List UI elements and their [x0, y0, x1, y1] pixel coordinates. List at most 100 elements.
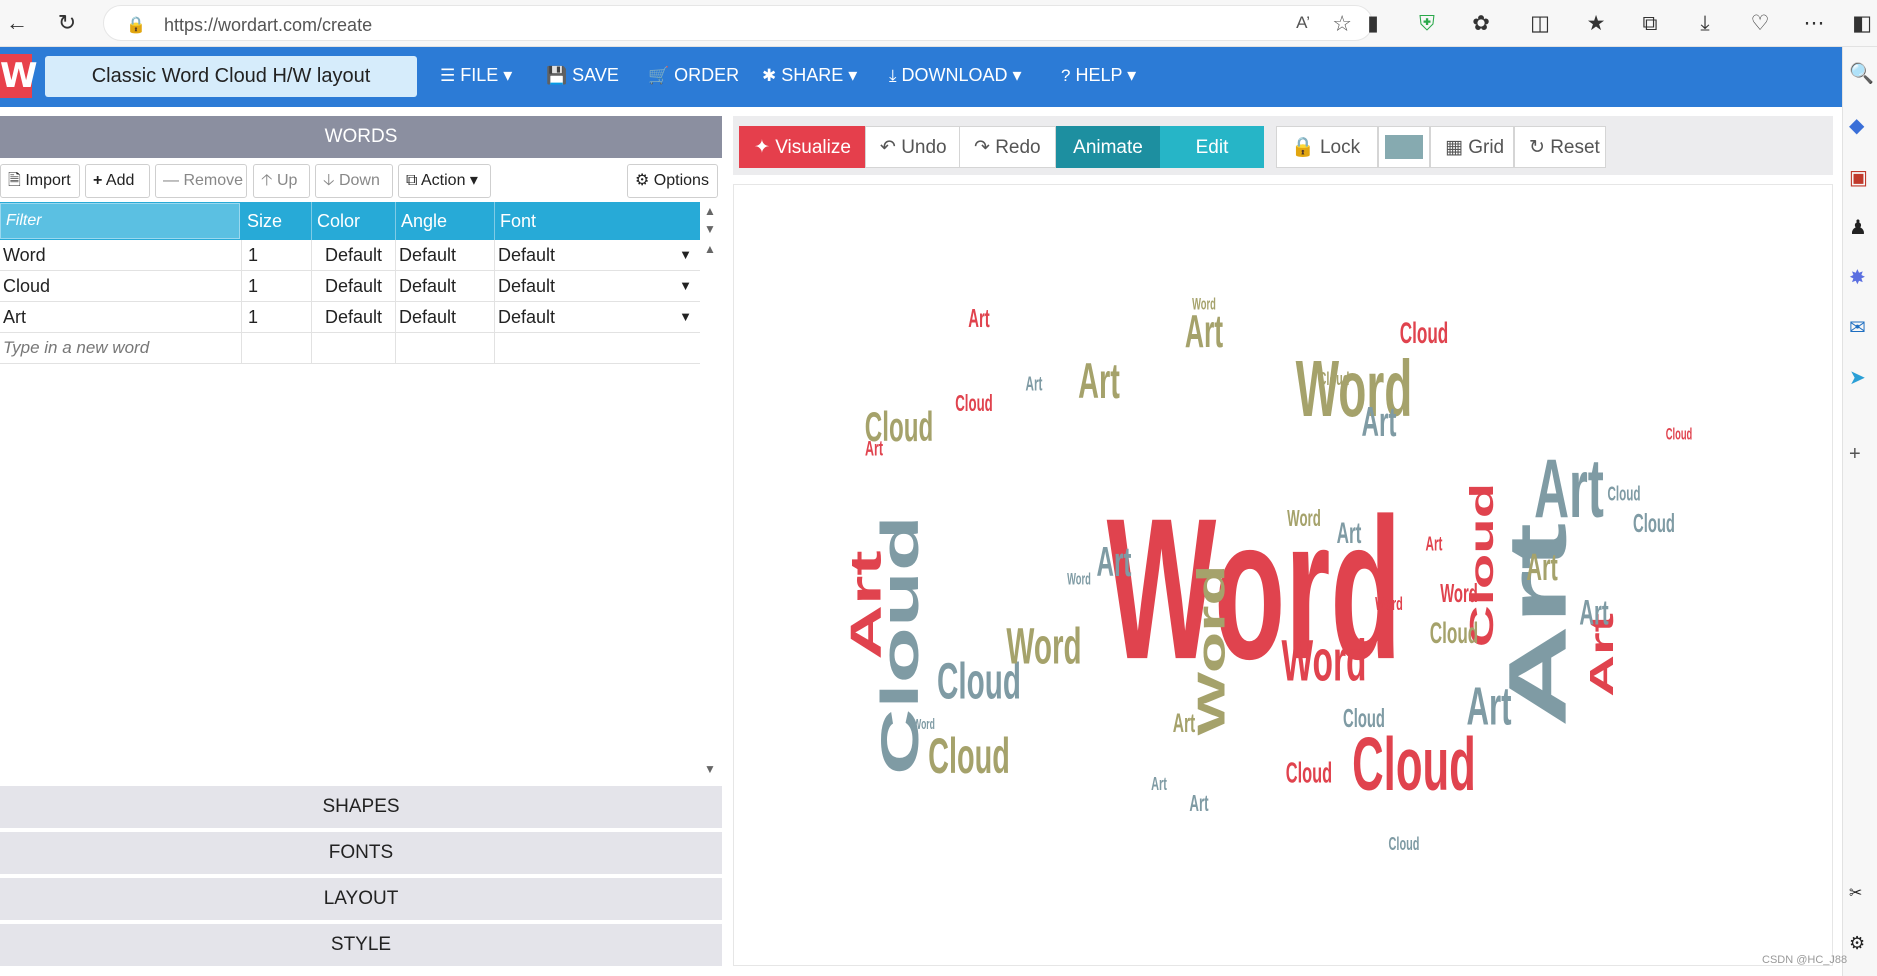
down-button[interactable]: 🡣 Down	[315, 164, 393, 198]
share-menu[interactable]: ✱ SHARE ▾	[762, 65, 857, 86]
col-size[interactable]: Size	[242, 202, 312, 240]
table-row[interactable]: Cloud 1 Default Default Default ▼	[0, 271, 700, 302]
shapes-section[interactable]: SHAPES	[0, 786, 722, 828]
cell-font[interactable]: Default ▼	[495, 302, 700, 332]
scroll-up-icon[interactable]: ▲	[704, 204, 716, 218]
col-font[interactable]: Font	[495, 202, 700, 240]
fonts-section[interactable]: FONTS	[0, 832, 722, 874]
settings-icon[interactable]: ⚙	[1849, 933, 1865, 954]
refresh-icon[interactable]: ↻	[54, 10, 80, 36]
split-screen-icon[interactable]: ◫	[1526, 10, 1554, 38]
cloud-word: Word	[1440, 580, 1478, 608]
back-icon[interactable]: ←	[4, 10, 30, 36]
cloud-word: Art	[1466, 676, 1511, 736]
cloud-word: Art	[1362, 399, 1397, 446]
download-icon[interactable]: ⤓	[1691, 10, 1719, 38]
cloud-word: Art	[842, 550, 891, 659]
person-icon[interactable]: ♟	[1849, 215, 1867, 240]
add-icon[interactable]: +	[1849, 443, 1861, 466]
more-icon[interactable]: ⋯	[1800, 10, 1828, 38]
edit-button[interactable]: Edit	[1160, 126, 1264, 168]
file-menu[interactable]: ☰ FILE ▾	[440, 65, 512, 86]
cell-color[interactable]: Default	[312, 302, 396, 332]
app-icon[interactable]: ▮	[1359, 10, 1387, 38]
plus-icon: +	[93, 172, 103, 189]
extensions-icon[interactable]: ✿	[1467, 10, 1495, 38]
grid-button[interactable]: ▦ Grid	[1430, 126, 1514, 168]
new-word-row[interactable]: Type in a new word	[0, 333, 700, 364]
style-section[interactable]: STYLE	[0, 924, 722, 966]
cell-angle[interactable]: Default	[396, 240, 495, 270]
read-aloud-icon[interactable]: A’	[1296, 13, 1310, 33]
filter-input[interactable]: Filter	[0, 203, 240, 239]
favorite-icon[interactable]: ☆	[1332, 11, 1352, 37]
lock-icon[interactable]: 🔒	[126, 15, 146, 35]
caret-down-icon[interactable]: ▼	[679, 271, 692, 301]
table-scrollbar[interactable]: ▲ ▼ ▲ ▼	[700, 202, 722, 782]
cell-word[interactable]: Art	[0, 302, 242, 332]
wordart-logo[interactable]: W	[0, 54, 38, 98]
toolbox-icon[interactable]: ▣	[1849, 165, 1868, 190]
animate-button[interactable]: Animate	[1056, 126, 1160, 168]
sidebar-icon[interactable]: ◧	[1848, 10, 1876, 38]
shield-icon[interactable]: ⛨	[1413, 10, 1441, 38]
address-bar[interactable]: 🔒 https://wordart.com/create A’ ☆	[103, 5, 1373, 41]
screenshot-icon[interactable]: ✂	[1849, 883, 1862, 903]
col-color[interactable]: Color	[312, 202, 396, 240]
favorites-icon[interactable]: ★	[1582, 10, 1610, 38]
layout-section[interactable]: LAYOUT	[0, 878, 722, 920]
action-dropdown[interactable]: ⧉ Action ▾	[398, 164, 491, 198]
visualize-button[interactable]: ✦ Visualize	[739, 126, 866, 168]
scroll-up-icon[interactable]: ▲	[704, 242, 716, 256]
cell-size[interactable]: 1	[242, 302, 312, 332]
help-menu[interactable]: ? HELP ▾	[1061, 65, 1136, 86]
performance-icon[interactable]: ♡	[1746, 10, 1774, 38]
cell-font[interactable]: Default ▼	[495, 240, 700, 270]
outlook-icon[interactable]: ✉	[1849, 315, 1866, 340]
word-cloud-image[interactable]: Word ArtCloudArtWordArtCloudCloudWordWord…	[734, 185, 1832, 965]
lock-icon: 🔒	[1291, 137, 1315, 158]
save-button[interactable]: 💾 SAVE	[546, 65, 619, 86]
send-icon[interactable]: ➤	[1849, 365, 1866, 390]
search-icon[interactable]: 🔍	[1849, 61, 1874, 86]
hamburger-icon: ☰	[440, 66, 456, 85]
copilot-icon[interactable]: ✸	[1849, 265, 1866, 290]
cell-angle[interactable]: Default	[396, 271, 495, 301]
url-text[interactable]: https://wordart.com/create	[164, 15, 372, 36]
up-button[interactable]: 🡡 Up	[253, 164, 310, 198]
words-header[interactable]: WORDS	[0, 116, 722, 158]
words-panel: WORDS 🗎 Import + Add — Remove 🡡 Up 🡣 Dow…	[0, 116, 722, 966]
import-button[interactable]: 🗎 Import	[0, 164, 80, 198]
cell-color[interactable]: Default	[312, 271, 396, 301]
caret-down-icon[interactable]: ▼	[679, 240, 692, 270]
cell-angle[interactable]: Default	[396, 302, 495, 332]
table-row[interactable]: Art 1 Default Default Default ▼	[0, 302, 700, 333]
col-angle[interactable]: Angle	[396, 202, 495, 240]
table-row[interactable]: Word 1 Default Default Default ▼	[0, 240, 700, 271]
scroll-down-icon[interactable]: ▼	[704, 222, 716, 236]
remove-button[interactable]: — Remove	[155, 164, 247, 198]
undo-button[interactable]: ↶ Undo	[865, 126, 962, 168]
cell-font[interactable]: Default ▼	[495, 271, 700, 301]
cell-size[interactable]: 1	[242, 240, 312, 270]
cell-word[interactable]: Cloud	[0, 271, 242, 301]
order-button[interactable]: 🛒 ORDER	[648, 65, 739, 86]
scroll-down-icon[interactable]: ▼	[704, 762, 716, 776]
new-word-input[interactable]: Type in a new word	[0, 333, 242, 363]
document-title[interactable]: Classic Word Cloud H/W layout	[45, 56, 417, 97]
lock-button[interactable]: 🔒 Lock	[1276, 126, 1378, 168]
options-button[interactable]: ⚙ Options	[627, 164, 718, 198]
arrow-up-icon: 🡡	[261, 172, 273, 189]
tag-icon[interactable]: ◆	[1849, 113, 1864, 138]
cell-color[interactable]: Default	[312, 240, 396, 270]
collections-icon[interactable]: ⧉	[1636, 10, 1664, 38]
cell-word[interactable]: Word	[0, 240, 242, 270]
color-swatch-button[interactable]	[1378, 126, 1430, 168]
add-button[interactable]: + Add	[85, 164, 150, 198]
caret-down-icon[interactable]: ▼	[679, 302, 692, 332]
redo-button[interactable]: ↷ Redo	[959, 126, 1056, 168]
cell-size[interactable]: 1	[242, 271, 312, 301]
download-menu[interactable]: ⤓ DOWNLOAD ▾	[889, 65, 1022, 86]
word-cloud-canvas[interactable]: Word Art Cloud Art Word Art Cloud Cloud Word Word…	[733, 184, 1833, 966]
reset-button[interactable]: ↻ Reset	[1514, 126, 1606, 168]
